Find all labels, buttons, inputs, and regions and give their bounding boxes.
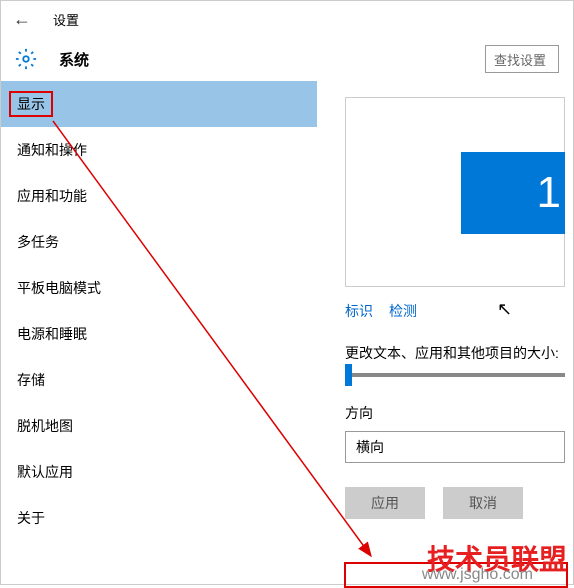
scale-label: 更改文本、应用和其他项目的大小: [345, 343, 573, 363]
monitor-block[interactable]: 1 [461, 152, 565, 234]
sidebar-item-label: 关于 [17, 508, 45, 528]
sidebar-item-label: 默认应用 [17, 462, 73, 482]
detect-link[interactable]: 检测 [389, 301, 417, 321]
orientation-select[interactable]: 横向 [345, 431, 565, 463]
search-placeholder: 查找设置 [494, 50, 546, 69]
scale-slider[interactable] [345, 373, 565, 377]
orientation-label: 方向 [345, 403, 573, 423]
sidebar-item-label: 电源和睡眠 [17, 324, 87, 344]
monitor-number: 1 [537, 168, 561, 218]
sidebar-item-4[interactable]: 平板电脑模式 [1, 265, 317, 311]
sidebar: 显示通知和操作应用和功能多任务平板电脑模式电源和睡眠存储脱机地图默认应用关于 [1, 81, 317, 584]
search-input[interactable]: 查找设置 [485, 45, 559, 73]
sidebar-item-label: 应用和功能 [17, 186, 87, 206]
content-panel: 1 标识 检测 ↖ 更改文本、应用和其他项目的大小: 方向 横向 应用 取消 [317, 81, 573, 584]
sidebar-item-label: 脱机地图 [17, 416, 73, 436]
sidebar-item-9[interactable]: 关于 [1, 495, 317, 541]
slider-thumb[interactable] [345, 364, 352, 386]
monitor-preview: 1 [345, 97, 565, 287]
sidebar-item-label: 显示 [9, 91, 53, 117]
sidebar-item-0[interactable]: 显示 [1, 81, 317, 127]
apply-button[interactable]: 应用 [345, 487, 425, 519]
cancel-button[interactable]: 取消 [443, 487, 523, 519]
breadcrumb: 设置 [53, 10, 79, 29]
sidebar-item-label: 平板电脑模式 [17, 278, 101, 298]
back-button[interactable]: ← [13, 9, 37, 30]
sidebar-item-6[interactable]: 存储 [1, 357, 317, 403]
orientation-value: 横向 [356, 437, 384, 457]
sidebar-item-label: 通知和操作 [17, 140, 87, 160]
gear-icon [15, 48, 37, 70]
sidebar-item-8[interactable]: 默认应用 [1, 449, 317, 495]
sidebar-item-2[interactable]: 应用和功能 [1, 173, 317, 219]
sidebar-item-label: 多任务 [17, 232, 59, 252]
identify-link[interactable]: 标识 [345, 301, 373, 321]
page-title: 系统 [59, 49, 89, 70]
sidebar-item-1[interactable]: 通知和操作 [1, 127, 317, 173]
sidebar-item-7[interactable]: 脱机地图 [1, 403, 317, 449]
sidebar-item-label: 存储 [17, 370, 45, 390]
sidebar-item-3[interactable]: 多任务 [1, 219, 317, 265]
sidebar-item-5[interactable]: 电源和睡眠 [1, 311, 317, 357]
